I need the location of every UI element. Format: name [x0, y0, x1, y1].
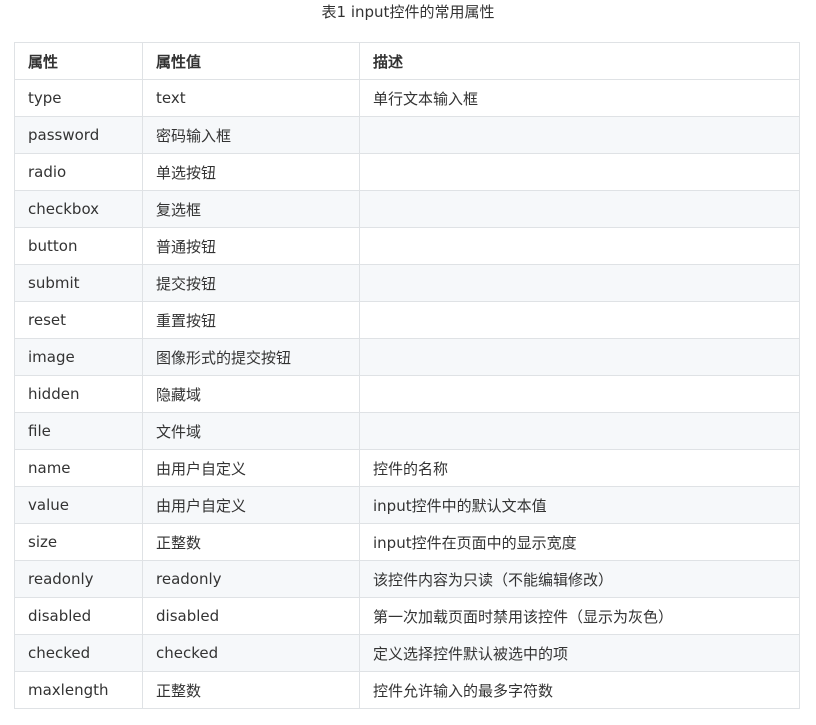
cell-description: 第一次加载页面时禁用该控件（显示为灰色）	[359, 597, 800, 635]
table-row: maxlength 正整数 控件允许输入的最多字符数	[14, 671, 800, 709]
cell-description: input控件在页面中的显示宽度	[359, 523, 800, 561]
cell-description	[359, 301, 800, 339]
cell-description	[359, 375, 800, 413]
header-attribute: 属性	[14, 42, 143, 80]
cell-value: 正整数	[142, 671, 360, 709]
cell-description	[359, 227, 800, 265]
cell-value: 提交按钮	[142, 264, 360, 302]
table-row: value 由用户自定义 input控件中的默认文本值	[14, 486, 800, 524]
table-row: size 正整数 input控件在页面中的显示宽度	[14, 523, 800, 561]
cell-attribute: checked	[14, 634, 143, 672]
table-row: checked checked 定义选择控件默认被选中的项	[14, 634, 800, 672]
cell-description	[359, 412, 800, 450]
cell-value: 复选框	[142, 190, 360, 228]
table-row: name 由用户自定义 控件的名称	[14, 449, 800, 487]
table-row: hidden 隐藏域	[14, 375, 800, 413]
cell-value: checked	[142, 634, 360, 672]
table-row: password 密码输入框	[14, 116, 800, 154]
cell-value: 重置按钮	[142, 301, 360, 339]
cell-description: 控件的名称	[359, 449, 800, 487]
cell-value: 由用户自定义	[142, 486, 360, 524]
cell-value: 普通按钮	[142, 227, 360, 265]
cell-description	[359, 338, 800, 376]
table-row: submit 提交按钮	[14, 264, 800, 302]
cell-attribute: disabled	[14, 597, 143, 635]
cell-attribute: image	[14, 338, 143, 376]
cell-attribute: value	[14, 486, 143, 524]
cell-attribute: readonly	[14, 560, 143, 598]
cell-description	[359, 116, 800, 154]
table-row: checkbox 复选框	[14, 190, 800, 228]
cell-description: 该控件内容为只读（不能编辑修改）	[359, 560, 800, 598]
table-row: reset 重置按钮	[14, 301, 800, 339]
cell-attribute: size	[14, 523, 143, 561]
cell-value: 由用户自定义	[142, 449, 360, 487]
header-attribute-value: 属性值	[142, 42, 360, 80]
cell-attribute: reset	[14, 301, 143, 339]
table-row: file 文件域	[14, 412, 800, 450]
cell-attribute: checkbox	[14, 190, 143, 228]
cell-description: 控件允许输入的最多字符数	[359, 671, 800, 709]
table-row: radio 单选按钮	[14, 153, 800, 191]
cell-attribute: type	[14, 79, 143, 117]
cell-value: 密码输入框	[142, 116, 360, 154]
cell-value: 文件域	[142, 412, 360, 450]
table-caption: 表1 input控件的常用属性	[321, 3, 495, 21]
cell-value: 单选按钮	[142, 153, 360, 191]
cell-value: 正整数	[142, 523, 360, 561]
cell-attribute: password	[14, 116, 143, 154]
table-header-row: 属性 属性值 描述	[14, 42, 800, 80]
input-attributes-table: 属性 属性值 描述 type text 单行文本输入框 password 密码输入框 …	[14, 42, 800, 709]
cell-value: readonly	[142, 560, 360, 598]
table-row: image 图像形式的提交按钮	[14, 338, 800, 376]
cell-attribute: button	[14, 227, 143, 265]
cell-description	[359, 190, 800, 228]
table-row: readonly readonly 该控件内容为只读（不能编辑修改）	[14, 560, 800, 598]
cell-attribute: submit	[14, 264, 143, 302]
cell-description: input控件中的默认文本值	[359, 486, 800, 524]
table-row: disabled disabled 第一次加载页面时禁用该控件（显示为灰色）	[14, 597, 800, 635]
cell-attribute: maxlength	[14, 671, 143, 709]
cell-attribute: file	[14, 412, 143, 450]
table-row: type text 单行文本输入框	[14, 79, 800, 117]
cell-value: text	[142, 79, 360, 117]
cell-attribute: hidden	[14, 375, 143, 413]
cell-description: 单行文本输入框	[359, 79, 800, 117]
cell-attribute: name	[14, 449, 143, 487]
cell-value: 图像形式的提交按钮	[142, 338, 360, 376]
cell-value: 隐藏域	[142, 375, 360, 413]
table-row: button 普通按钮	[14, 227, 800, 265]
cell-description: 定义选择控件默认被选中的项	[359, 634, 800, 672]
header-description: 描述	[359, 42, 800, 80]
cell-attribute: radio	[14, 153, 143, 191]
cell-value: disabled	[142, 597, 360, 635]
cell-description	[359, 153, 800, 191]
cell-description	[359, 264, 800, 302]
